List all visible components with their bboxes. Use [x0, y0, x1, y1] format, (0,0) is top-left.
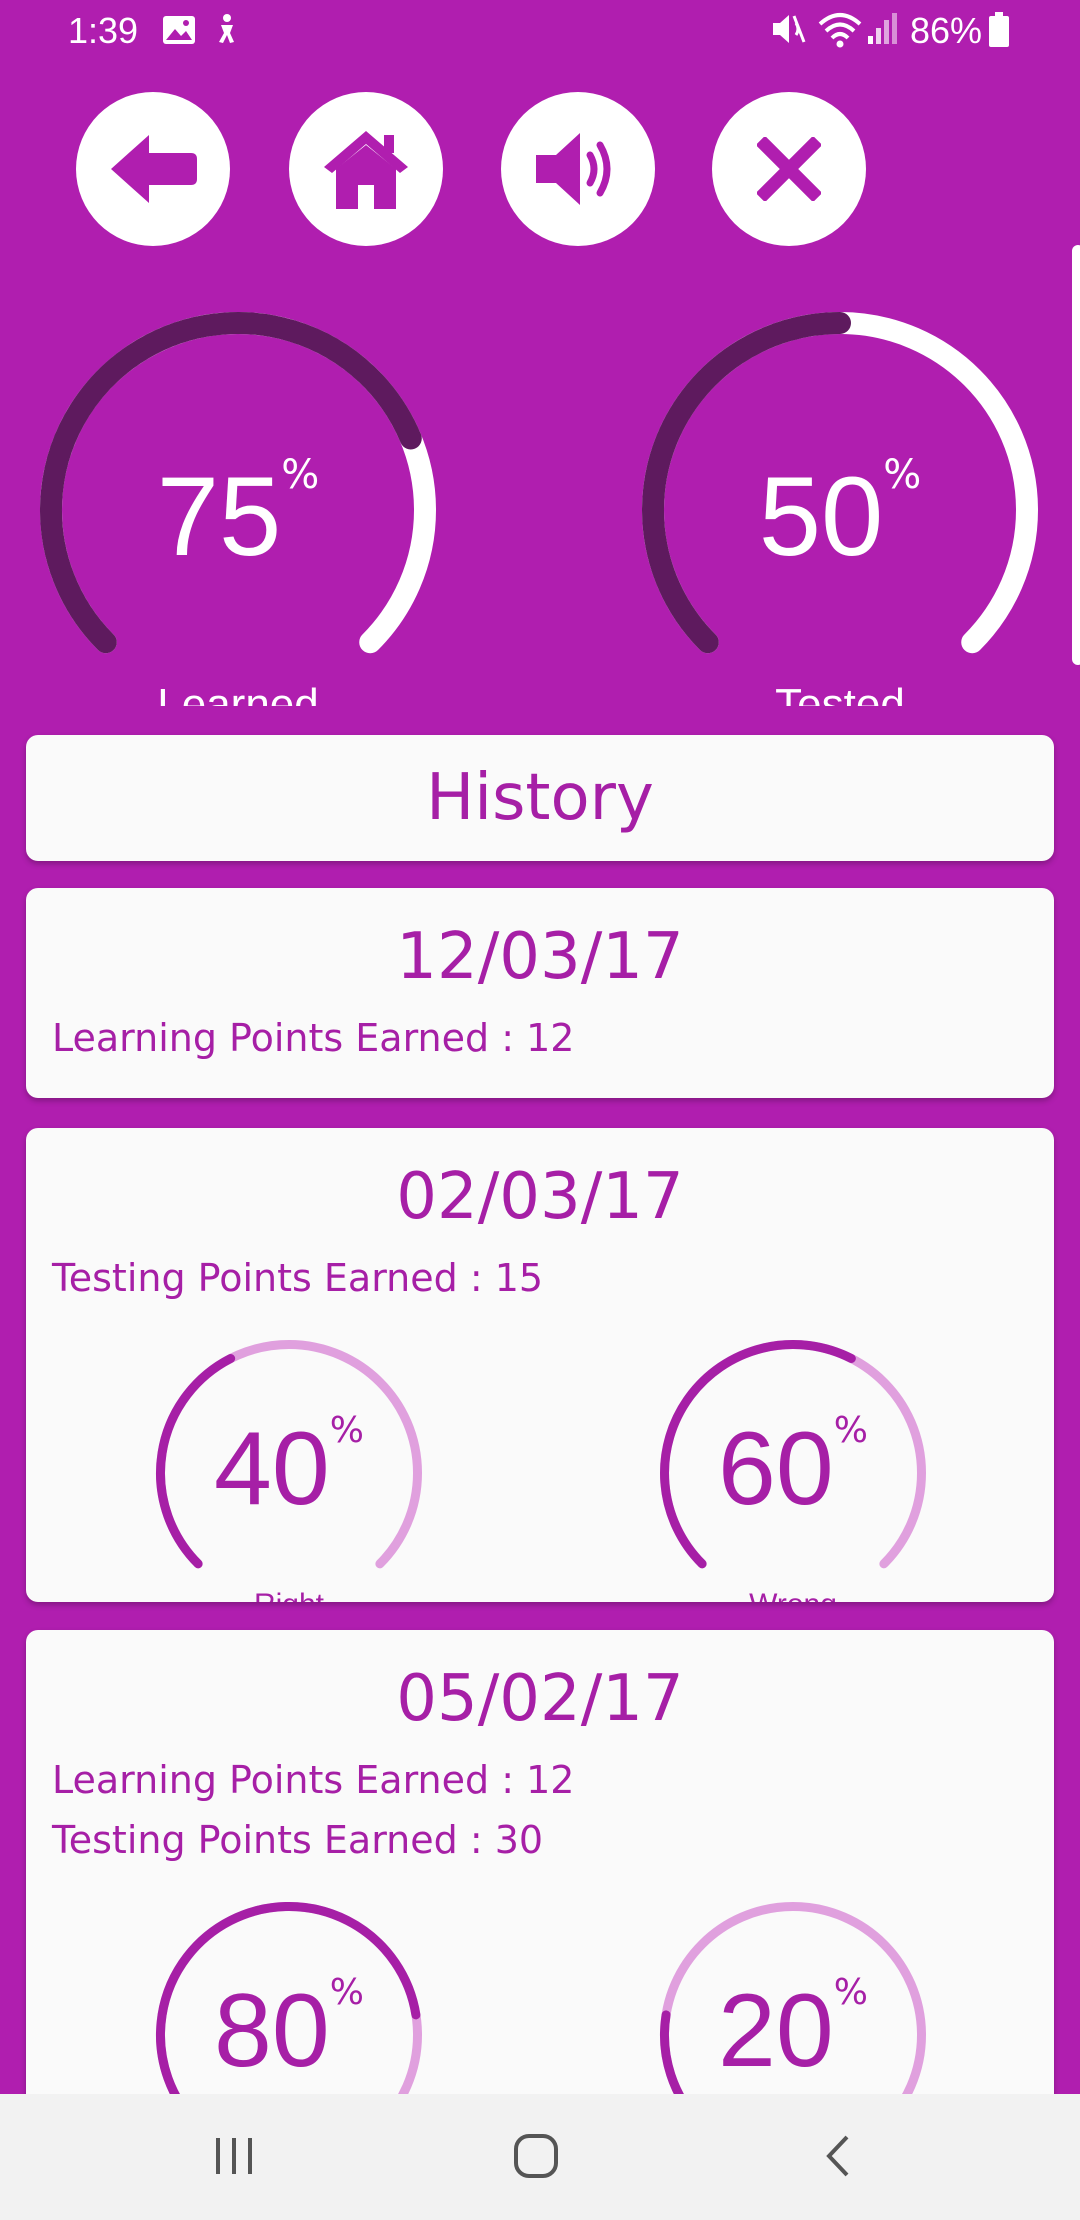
- recents-button[interactable]: [194, 2124, 274, 2188]
- history-entry-1[interactable]: 12/03/17 Learning Points Earned : 12: [26, 888, 1054, 1098]
- right-label: Right: [189, 1588, 389, 1602]
- tested-value: 50%: [642, 452, 1038, 581]
- back-nav-button[interactable]: [798, 2124, 878, 2188]
- wrong-number: 20: [718, 1973, 834, 2089]
- home-circle-icon: [514, 2134, 558, 2178]
- tested-percent-sign: %: [883, 452, 922, 498]
- learned-percent-sign: %: [281, 452, 320, 498]
- learned-value: 75%: [40, 452, 436, 581]
- entry-date: 02/03/17: [396, 1160, 684, 1234]
- tested-gauge: 50%: [642, 312, 1038, 706]
- wrong-gauge: 60%: [660, 1340, 926, 1602]
- entry-date: 12/03/17: [396, 920, 684, 994]
- wrong-number: 60: [718, 1411, 834, 1527]
- history-entry-2[interactable]: 02/03/17 Testing Points Earned : 15 40% …: [26, 1128, 1054, 1602]
- testing-points: Testing Points Earned : 30: [52, 1818, 544, 1862]
- home-nav-button[interactable]: [496, 2124, 576, 2188]
- right-percent-sign: %: [329, 1410, 364, 1451]
- learning-points: Learning Points Earned : 12: [52, 1016, 575, 1060]
- back-chevron-icon: [826, 2135, 849, 2177]
- screen: 1:39 86% 75% Learned 50% Tested History …: [0, 0, 1080, 2220]
- learned-label: Learned: [157, 680, 319, 706]
- right-number: 80: [214, 1973, 330, 2089]
- wrong-percent-sign: %: [833, 1972, 868, 2013]
- right-percent-sign: %: [329, 1972, 364, 2013]
- tested-label: Tested: [775, 680, 905, 706]
- history-title: History: [426, 761, 654, 835]
- history-header-card: History: [26, 735, 1054, 861]
- wrong-percent-sign: %: [833, 1410, 868, 1451]
- wrong-value: 20%: [660, 1972, 926, 2091]
- testing-points: Testing Points Earned : 15: [52, 1256, 544, 1300]
- wrong-value: 60%: [660, 1410, 926, 1529]
- entry-date: 05/02/17: [396, 1662, 684, 1736]
- summary-section: 75% Learned 50% Tested: [0, 0, 1080, 706]
- right-gauge: 40%: [156, 1340, 422, 1602]
- tested-number: 50: [758, 454, 884, 579]
- learning-points: Learning Points Earned : 12: [52, 1758, 575, 1802]
- system-navigation-bar: [0, 2094, 1080, 2220]
- recents-icon: [216, 2138, 252, 2174]
- right-number: 40: [214, 1411, 330, 1527]
- learned-number: 75: [156, 454, 282, 579]
- wrong-label: Wrong: [693, 1588, 893, 1602]
- learned-gauge: 75%: [40, 312, 436, 706]
- right-value: 80%: [156, 1972, 422, 2091]
- right-value: 40%: [156, 1410, 422, 1529]
